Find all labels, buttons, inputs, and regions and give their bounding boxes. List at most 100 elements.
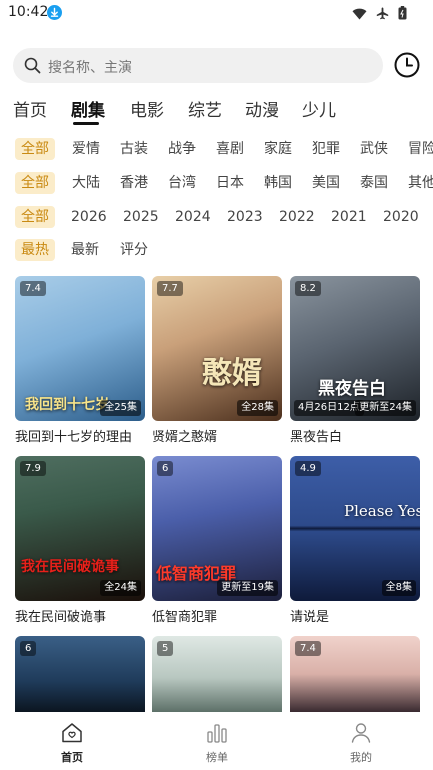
drama-title: 我在民间破诡事: [15, 610, 107, 625]
status-icons: [352, 5, 407, 24]
poster-title-art: 我在民间破诡事: [21, 559, 119, 575]
home-icon: [62, 723, 82, 743]
poster-image: 7.4 我回到十七岁 全25集: [15, 276, 145, 421]
episode-badge: 更新至19集: [217, 580, 278, 596]
episode-badge: 全24集: [100, 580, 141, 596]
nav-profile-label: 我的: [350, 751, 372, 764]
drama-card[interactable]: 4.9 Please Yes 全8集 请说是: [290, 456, 420, 625]
nav-home[interactable]: 首页: [42, 722, 102, 765]
poster-image: 8.2 黑夜告白 4月26日12点 更新至24集: [290, 276, 420, 421]
user-icon: [351, 723, 371, 743]
drama-card[interactable]: 8.2 黑夜告白 4月26日12点 更新至24集 黑夜告白: [290, 276, 420, 445]
genre-filter-row: 全部 爱情 古装 战争 喜剧 家庭 犯罪 武侠 冒险: [0, 138, 433, 164]
drama-card[interactable]: 6 低智商犯罪 更新至19集 低智商犯罪: [152, 456, 282, 625]
episode-badge: 全28集: [237, 400, 278, 416]
genre-chip[interactable]: 冒险: [408, 138, 433, 160]
tab-anime[interactable]: 动漫: [245, 96, 279, 121]
region-chip[interactable]: 泰国: [360, 172, 388, 194]
search-input[interactable]: 搜名称、主演: [13, 48, 383, 83]
rating-badge: 4.9: [295, 461, 321, 476]
poster-title-art: 憨婿: [202, 356, 262, 391]
region-chip[interactable]: 韩国: [264, 172, 292, 194]
premiere-date-badge: 4月26日12点: [294, 400, 364, 416]
year-chip[interactable]: 2020: [383, 206, 419, 228]
drama-card[interactable]: 7.4 我回到十七岁 全25集 我回到十七岁的理由: [15, 276, 145, 445]
drama-title: 我回到十七岁的理由: [15, 430, 133, 445]
airplane-icon: [376, 5, 389, 24]
poster-title-art: Please Yes: [344, 502, 420, 520]
nav-ranking[interactable]: 榜单: [187, 722, 247, 765]
tab-home[interactable]: 首页: [13, 96, 47, 121]
rating-badge: 7.4: [20, 281, 46, 296]
drama-title: 贤婿之憨婿: [152, 430, 218, 445]
battery-icon: [398, 5, 407, 24]
region-chip[interactable]: 其他: [408, 172, 433, 194]
tab-movies[interactable]: 电影: [130, 96, 164, 121]
category-tabs: 首页 剧集 电影 综艺 动漫 少儿: [0, 96, 433, 132]
sort-chip[interactable]: 最热: [15, 239, 55, 261]
episode-badge: 全25集: [100, 400, 141, 416]
rating-badge: 7.4: [295, 641, 321, 656]
status-time: 10:42: [8, 4, 49, 20]
download-icon: [47, 5, 62, 20]
genre-chip[interactable]: 喜剧: [216, 138, 244, 160]
tab-series[interactable]: 剧集: [71, 96, 105, 121]
drama-title: 低智商犯罪: [152, 610, 218, 625]
region-chip[interactable]: 全部: [15, 172, 55, 194]
drama-card[interactable]: 7.9 我在民间破诡事 全24集 我在民间破诡事: [15, 456, 145, 625]
drama-card[interactable]: 5: [152, 636, 282, 712]
genre-chip[interactable]: 全部: [15, 138, 55, 160]
year-chip[interactable]: 全部: [15, 206, 55, 228]
nav-profile[interactable]: 我的: [331, 722, 391, 765]
poster-image: 6 低智商犯罪 更新至19集: [152, 456, 282, 601]
search-placeholder: 搜名称、主演: [48, 60, 132, 76]
genre-chip[interactable]: 家庭: [264, 138, 292, 160]
year-chip[interactable]: 2025: [123, 206, 159, 228]
year-chip[interactable]: 2022: [279, 206, 315, 228]
poster-image: 7.9 我在民间破诡事 全24集: [15, 456, 145, 601]
rating-badge: 6: [157, 461, 174, 476]
nav-home-label: 首页: [61, 751, 83, 764]
episode-badge: 更新至24集: [355, 400, 416, 416]
drama-title: 黑夜告白: [290, 430, 343, 445]
search-icon: [24, 57, 41, 74]
episode-badge: 全8集: [381, 580, 416, 596]
region-chip[interactable]: 大陆: [72, 172, 100, 194]
year-chip[interactable]: 2026: [71, 206, 107, 228]
drama-card[interactable]: 6: [15, 636, 145, 712]
tab-kids[interactable]: 少儿: [302, 96, 336, 121]
region-chip[interactable]: 美国: [312, 172, 340, 194]
genre-chip[interactable]: 犯罪: [312, 138, 340, 160]
rating-badge: 7.7: [157, 281, 183, 296]
search-row: 搜名称、主演: [0, 46, 433, 86]
region-chip[interactable]: 台湾: [168, 172, 196, 194]
wifi-icon: [352, 5, 367, 24]
poster-image: 4.9 Please Yes 全8集: [290, 456, 420, 601]
genre-chip[interactable]: 古装: [120, 138, 148, 160]
tab-variety[interactable]: 综艺: [188, 96, 222, 121]
active-tab-indicator: [73, 122, 99, 125]
year-chip[interactable]: 2021: [331, 206, 367, 228]
year-filter-row: 全部 2026 2025 2024 2023 2022 2021 2020: [0, 206, 433, 232]
poster-title-art: 黑夜告白: [318, 379, 386, 399]
poster-image: 6: [15, 636, 145, 712]
poster-image: 7.7 憨婿 全28集: [152, 276, 282, 421]
region-chip[interactable]: 香港: [120, 172, 148, 194]
status-bar: 10:42: [0, 0, 433, 26]
history-clock-icon[interactable]: [393, 51, 421, 79]
genre-chip[interactable]: 武侠: [360, 138, 388, 160]
poster-image: 5: [152, 636, 282, 712]
drama-card[interactable]: 7.4: [290, 636, 420, 712]
year-chip[interactable]: 2024: [175, 206, 211, 228]
drama-card[interactable]: 7.7 憨婿 全28集 贤婿之憨婿: [152, 276, 282, 445]
sort-chip[interactable]: 评分: [120, 239, 148, 261]
sort-chip[interactable]: 最新: [71, 239, 99, 261]
rating-badge: 8.2: [295, 281, 321, 296]
genre-chip[interactable]: 爱情: [72, 138, 100, 160]
year-chip[interactable]: 2023: [227, 206, 263, 228]
region-chip[interactable]: 日本: [216, 172, 244, 194]
genre-chip[interactable]: 战争: [168, 138, 196, 160]
bottom-navigation: 首页 榜单 我的: [0, 712, 433, 770]
rating-badge: 5: [157, 641, 174, 656]
rating-badge: 6: [20, 641, 37, 656]
